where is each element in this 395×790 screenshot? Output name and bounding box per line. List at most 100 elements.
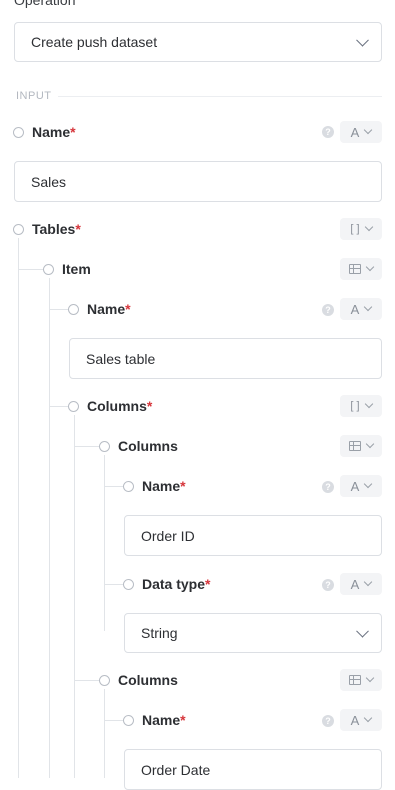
type-badge: A	[350, 124, 360, 140]
required-marker: *	[205, 576, 211, 592]
required-marker: *	[70, 124, 76, 140]
required-marker: *	[180, 478, 186, 494]
field-item-label: Item	[62, 261, 91, 277]
chevron-down-icon	[364, 125, 373, 135]
required-marker: *	[146, 398, 153, 414]
field-columns-label: Columns	[87, 398, 147, 414]
table-icon	[349, 675, 361, 685]
field-data-type: Data type *	[123, 574, 210, 594]
field-columns: Columns *	[68, 396, 152, 416]
radio-icon[interactable]	[68, 400, 79, 412]
required-marker: *	[180, 712, 186, 728]
type-badge: A	[350, 301, 360, 317]
radio-icon[interactable]	[43, 263, 54, 275]
radio-icon[interactable]	[123, 480, 134, 492]
field-column-name: Name *	[123, 710, 186, 730]
help-icon[interactable]: ?	[322, 304, 334, 316]
required-marker: *	[125, 301, 131, 317]
tree-line	[104, 689, 105, 778]
type-selector[interactable]: [ ]	[340, 395, 382, 417]
type-selector[interactable]: A	[340, 298, 382, 320]
chevron-down-icon	[364, 399, 373, 409]
type-badge: A	[350, 712, 360, 728]
radio-icon[interactable]	[99, 674, 110, 686]
type-badge: [ ]	[350, 400, 360, 412]
tree-line	[18, 238, 19, 778]
field-item: Item	[43, 259, 91, 279]
table-icon	[349, 441, 361, 451]
chevron-down-icon	[365, 673, 375, 683]
operation-select[interactable]: Create push dataset	[14, 22, 382, 62]
column-name-input[interactable]: Order ID	[124, 515, 382, 556]
tree-line	[50, 406, 68, 407]
table-name-input-value: Sales table	[86, 350, 156, 367]
help-icon[interactable]: ?	[322, 715, 334, 727]
field-column-name: Name *	[123, 476, 186, 496]
radio-icon[interactable]	[13, 126, 24, 138]
chevron-down-icon	[364, 479, 373, 489]
type-badge: A	[350, 576, 360, 592]
type-selector[interactable]: A	[340, 475, 382, 497]
help-icon[interactable]: ?	[322, 579, 334, 591]
data-type-select[interactable]: String	[124, 613, 382, 653]
section-title: INPUT	[16, 90, 52, 102]
type-selector[interactable]	[340, 258, 382, 280]
type-selector[interactable]: A	[340, 121, 382, 143]
field-column-name-label: Name	[142, 478, 181, 494]
name-input-value: Sales	[31, 173, 67, 190]
radio-icon[interactable]	[68, 303, 79, 315]
field-data-type-label: Data type	[142, 576, 206, 592]
chevron-down-icon[interactable]	[356, 624, 369, 638]
field-tables-label: Tables	[32, 221, 76, 237]
column-item: Columns	[99, 436, 178, 456]
required-marker: *	[75, 221, 81, 237]
section-divider	[58, 96, 382, 97]
tree-line	[105, 720, 123, 721]
type-selector[interactable]	[340, 435, 382, 457]
name-input[interactable]: Sales	[14, 161, 382, 202]
help-icon[interactable]: ?	[322, 126, 334, 138]
chevron-down-icon	[365, 262, 375, 272]
radio-icon[interactable]	[123, 714, 134, 726]
chevron-down-icon	[364, 577, 373, 587]
field-table-name: Name *	[68, 299, 131, 319]
tree-line	[19, 269, 43, 270]
type-badge: A	[350, 478, 360, 494]
table-icon	[349, 264, 361, 274]
table-name-input[interactable]: Sales table	[69, 338, 382, 379]
column-name-input-value: Order Date	[141, 761, 211, 778]
data-type-value: String	[141, 625, 178, 641]
radio-icon[interactable]	[99, 440, 110, 452]
tree-line	[49, 278, 50, 778]
field-tables: Tables *	[13, 219, 81, 239]
column-name-input[interactable]: Order Date	[124, 749, 382, 790]
chevron-down-icon[interactable]	[356, 33, 369, 47]
field-table-name-label: Name	[87, 301, 126, 317]
column-name-input-value: Order ID	[141, 527, 195, 544]
column-item-label: Columns	[118, 672, 178, 688]
operation-value: Create push dataset	[31, 34, 158, 50]
tree-line	[104, 455, 105, 631]
operation-label: Operation	[14, 0, 76, 8]
tree-line	[75, 680, 99, 681]
type-selector[interactable]: A	[340, 573, 382, 595]
type-selector[interactable]: A	[340, 709, 382, 731]
field-name: Name *	[13, 122, 76, 142]
column-item: Columns	[99, 670, 178, 690]
type-selector[interactable]: [ ]	[340, 218, 382, 240]
chevron-down-icon	[364, 222, 373, 232]
tree-line	[50, 309, 68, 310]
help-icon[interactable]: ?	[322, 481, 334, 493]
chevron-down-icon	[364, 302, 373, 312]
tree-line	[105, 486, 123, 487]
radio-icon[interactable]	[123, 578, 134, 590]
field-name-label: Name	[32, 124, 71, 140]
tree-line	[75, 446, 99, 447]
radio-icon[interactable]	[13, 223, 24, 235]
field-column-name-label: Name	[142, 712, 181, 728]
tree-line	[74, 415, 75, 778]
tree-line	[105, 584, 123, 585]
type-selector[interactable]	[340, 669, 382, 691]
chevron-down-icon	[365, 439, 375, 449]
column-item-label: Columns	[118, 438, 178, 454]
